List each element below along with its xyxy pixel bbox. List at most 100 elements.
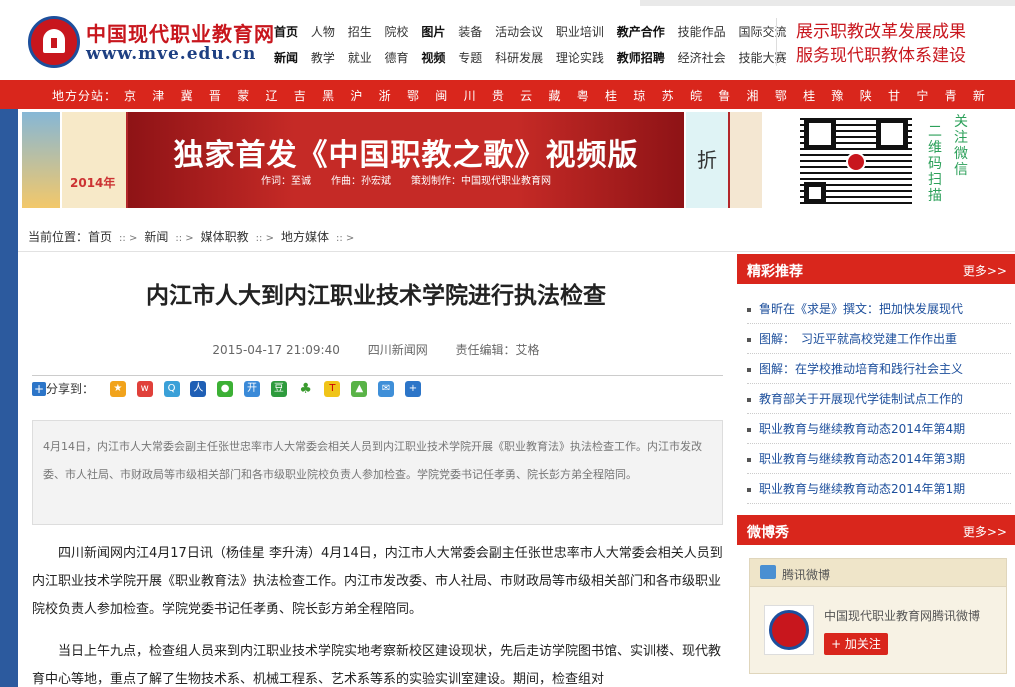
banner-thumb-4[interactable]: [730, 112, 762, 208]
branch-link[interactable]: 冀: [181, 87, 209, 104]
list-item[interactable]: 职业教育与继续教育动态2014年第3期: [747, 444, 1011, 474]
branch-link[interactable]: 津: [152, 87, 180, 104]
branch-link[interactable]: 宁: [916, 87, 944, 104]
branch-link[interactable]: 青: [945, 87, 973, 104]
nav-link[interactable]: 国际交流: [738, 20, 786, 44]
nav-link[interactable]: 院校: [385, 20, 409, 44]
nav-link[interactable]: 德育: [385, 46, 409, 70]
banner-thumb-year: 2014年: [70, 176, 116, 190]
breadcrumb-item[interactable]: 媒体职教: [201, 230, 249, 244]
header-divider: [776, 18, 777, 66]
banner-main[interactable]: 独家首发《中国职教之歌》视频版 作词：至诚 作曲：孙宏斌 策划制作：中国现代职业…: [128, 112, 684, 208]
site-logo[interactable]: 中国现代职业教育网 www.mve.edu.cn: [28, 14, 274, 72]
branch-link[interactable]: 吉: [294, 87, 322, 104]
branch-link[interactable]: 浙: [379, 87, 407, 104]
mail-share-icon[interactable]: ✉: [378, 380, 395, 397]
branch-link[interactable]: 藏: [548, 87, 576, 104]
list-item[interactable]: 鲁昕在《求是》撰文：把加快发展现代: [747, 294, 1011, 324]
branch-link[interactable]: 新: [973, 87, 1001, 104]
branch-link[interactable]: 皖: [690, 87, 718, 104]
recommend-more-link[interactable]: 更多>>: [963, 262, 1007, 279]
branch-link[interactable]: 琼: [633, 87, 661, 104]
list-item[interactable]: 图解： 习近平就高校党建工作作出重: [747, 324, 1011, 354]
branch-link[interactable]: 豫: [831, 87, 859, 104]
nav-link[interactable]: 科研发展: [495, 46, 543, 70]
branch-link[interactable]: 鲁: [718, 87, 746, 104]
nav-link[interactable]: 首页: [274, 20, 298, 44]
left-blue-strip: [0, 109, 18, 687]
branch-link[interactable]: 苏: [662, 87, 690, 104]
branch-link[interactable]: 沪: [350, 87, 378, 104]
breadcrumb-item[interactable]: 首页: [88, 230, 112, 244]
tianya-share-icon[interactable]: T: [324, 380, 341, 397]
branch-link[interactable]: 鄂: [407, 87, 435, 104]
nav-link[interactable]: 教产合作: [617, 20, 665, 44]
nav-link[interactable]: 新闻: [274, 46, 298, 70]
clover-share-icon[interactable]: ♣: [297, 380, 314, 397]
branch-link[interactable]: 甘: [888, 87, 916, 104]
breadcrumb-item[interactable]: 地方媒体: [281, 230, 329, 244]
list-item[interactable]: 职业教育与继续教育动态2014年第1期: [747, 474, 1011, 504]
promo-banner[interactable]: 2014年 独家首发《中国职教之歌》视频版 作词：至诚 作曲：孙宏斌 策划制作：…: [22, 112, 762, 208]
branch-link[interactable]: 川: [464, 87, 492, 104]
branch-link[interactable]: 黑: [322, 87, 350, 104]
branch-link[interactable]: 桂: [803, 87, 831, 104]
kaixin-share-icon[interactable]: 开: [243, 380, 260, 397]
branch-link[interactable]: 粤: [577, 87, 605, 104]
renren-share-icon[interactable]: 人: [190, 380, 207, 397]
list-item[interactable]: 职业教育与继续教育动态2014年第4期: [747, 414, 1011, 444]
recommend-link[interactable]: 图解：在学校推动培育和践行社会主义: [759, 362, 963, 376]
list-item[interactable]: 图解：在学校推动培育和践行社会主义: [747, 354, 1011, 384]
nav-link[interactable]: 理论实践: [556, 46, 604, 70]
list-item[interactable]: 教育部关于开展现代学徒制试点工作的: [747, 384, 1011, 414]
nav-link[interactable]: 技能作品: [678, 20, 726, 44]
nav-link[interactable]: 职业培训: [556, 20, 604, 44]
recommend-link[interactable]: 职业教育与继续教育动态2014年第4期: [759, 422, 965, 436]
banner-thumb-3[interactable]: 折: [684, 112, 728, 208]
recommend-link[interactable]: 鲁昕在《求是》撰文：把加快发展现代: [759, 302, 963, 316]
branch-link[interactable]: 云: [520, 87, 548, 104]
follow-button[interactable]: + 加关注: [824, 633, 888, 655]
branch-link[interactable]: 湘: [747, 87, 775, 104]
nav-link[interactable]: 教学: [311, 46, 335, 70]
branch-link[interactable]: 晋: [209, 87, 237, 104]
branch-link[interactable]: 桂: [605, 87, 633, 104]
breadcrumb-separator-icon: :: >: [255, 233, 274, 244]
weibo-share-icon[interactable]: w: [136, 380, 153, 397]
nav-link[interactable]: 专题: [458, 46, 482, 70]
weibo-more-link[interactable]: 更多>>: [963, 523, 1007, 540]
nav-link[interactable]: 装备: [458, 20, 482, 44]
board-share-icon[interactable]: ▲: [351, 380, 368, 397]
banner-thumb-2[interactable]: 2014年: [60, 112, 126, 208]
tencent-weibo-share-icon[interactable]: Q: [163, 380, 180, 397]
douban-share-icon[interactable]: 豆: [270, 380, 287, 397]
nav-link[interactable]: 经济社会: [678, 46, 726, 70]
recommend-link[interactable]: 图解： 习近平就高校党建工作作出重: [759, 332, 957, 346]
branch-link[interactable]: 闽: [435, 87, 463, 104]
nav-link[interactable]: 就业: [348, 46, 372, 70]
branch-link[interactable]: 辽: [265, 87, 293, 104]
avatar[interactable]: [764, 605, 814, 655]
branch-link[interactable]: 陕: [860, 87, 888, 104]
banner-thumb-1[interactable]: [22, 112, 60, 208]
wechat-share-icon[interactable]: ●: [217, 380, 234, 397]
nav-link[interactable]: 视频: [421, 46, 445, 70]
recommend-link[interactable]: 职业教育与继续教育动态2014年第3期: [759, 452, 965, 466]
more-share-icon[interactable]: +: [404, 380, 421, 397]
branch-link[interactable]: 贵: [492, 87, 520, 104]
nav-link[interactable]: 活动会议: [495, 20, 543, 44]
branch-link[interactable]: 鄂: [775, 87, 803, 104]
nav-link[interactable]: 招生: [348, 20, 372, 44]
qzone-share-icon[interactable]: ★: [109, 380, 126, 397]
share-plus-icon[interactable]: +: [32, 381, 46, 396]
nav-link[interactable]: 图片: [421, 20, 445, 44]
nav-link[interactable]: 教师招聘: [617, 46, 665, 70]
recommend-link[interactable]: 职业教育与继续教育动态2014年第1期: [759, 482, 965, 496]
recommend-link[interactable]: 教育部关于开展现代学徒制试点工作的: [759, 392, 963, 406]
nav-link[interactable]: 技能大赛: [738, 46, 786, 70]
branch-link[interactable]: 京: [124, 87, 152, 104]
weibo-account-name[interactable]: 中国现代职业教育网腾讯微博: [824, 607, 980, 624]
breadcrumb-item[interactable]: 新闻: [144, 230, 168, 244]
branch-link[interactable]: 蒙: [237, 87, 265, 104]
nav-link[interactable]: 人物: [311, 20, 335, 44]
